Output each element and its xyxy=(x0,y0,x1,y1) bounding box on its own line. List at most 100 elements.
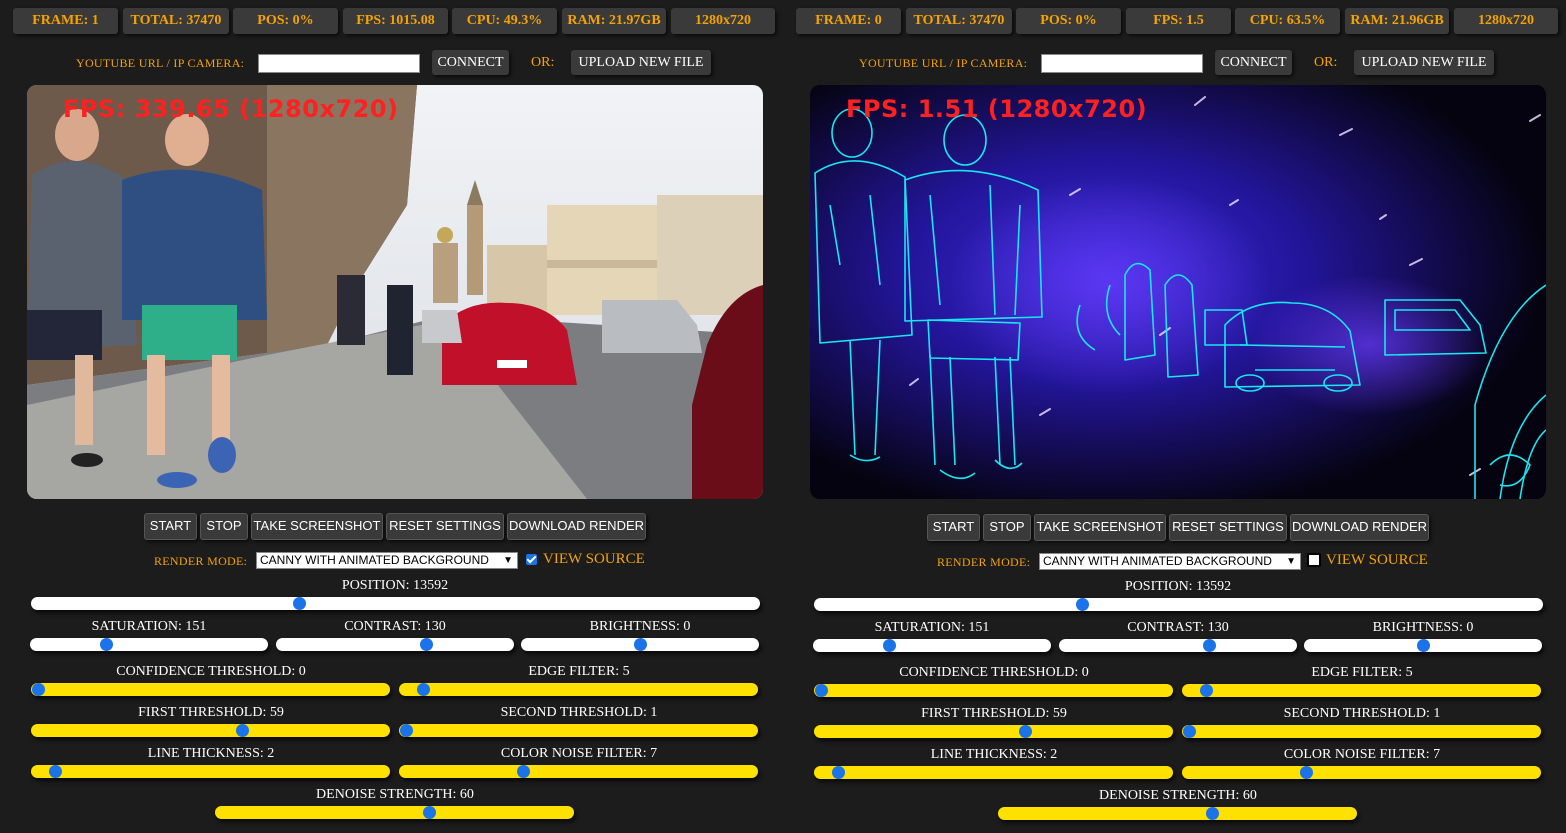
saturation-label: SATURATION: 151 xyxy=(91,619,207,634)
edge-filter-thumb[interactable] xyxy=(1200,684,1214,697)
view-source-label: VIEW SOURCE xyxy=(1326,552,1428,568)
start-button[interactable]: START xyxy=(927,514,980,541)
render-mode-select[interactable]: CANNY WITH ANIMATED BACKGROUND ▼ xyxy=(1039,553,1301,570)
denoise-thumb[interactable] xyxy=(1206,807,1219,820)
brightness-thumb[interactable] xyxy=(1417,639,1430,652)
first-threshold-label: FIRST THRESHOLD: 59 xyxy=(138,705,284,720)
view-source-checkbox[interactable] xyxy=(1307,553,1321,567)
url-input[interactable] xyxy=(258,54,420,73)
brightness-thumb[interactable] xyxy=(634,638,647,651)
contrast-thumb[interactable] xyxy=(1203,639,1217,652)
brightness-slider[interactable] xyxy=(1304,639,1542,652)
url-label: YOUTUBE URL / IP CAMERA: xyxy=(76,56,245,70)
color-noise-thumb[interactable] xyxy=(1300,766,1314,779)
connect-button[interactable]: CONNECT xyxy=(432,50,509,75)
street-video-frame xyxy=(27,85,763,499)
contrast-thumb[interactable] xyxy=(420,638,434,651)
panel-render: FRAME: 0 TOTAL: 37470 POS: 0% FPS: 1.5 C… xyxy=(783,0,1565,833)
stat-resolution: 1280x720 xyxy=(1454,8,1558,34)
line-thickness-thumb[interactable] xyxy=(832,766,846,779)
color-noise-thumb[interactable] xyxy=(517,765,531,778)
denoise-slider[interactable] xyxy=(998,807,1357,820)
video-source[interactable]: FPS: 339.65 (1280x720) xyxy=(27,85,763,499)
stop-button[interactable]: STOP xyxy=(983,514,1031,541)
stat-cpu: CPU: 49.3% xyxy=(452,8,557,34)
confidence-slider[interactable] xyxy=(31,683,390,696)
first-threshold-thumb[interactable] xyxy=(1018,725,1032,738)
or-label: OR: xyxy=(1314,55,1338,70)
brightness-label: BRIGHTNESS: 0 xyxy=(1372,620,1474,635)
first-threshold-thumb[interactable] xyxy=(235,724,249,737)
or-label: OR: xyxy=(531,55,555,70)
stat-resolution: 1280x720 xyxy=(671,8,775,34)
stat-total: TOTAL: 37470 xyxy=(906,8,1012,34)
video-render[interactable]: FPS: 1.51 (1280x720) xyxy=(810,85,1546,499)
panel-source: FRAME: 1 TOTAL: 37470 POS: 0% FPS: 1015.… xyxy=(0,0,782,833)
fps-overlay: FPS: 1.51 (1280x720) xyxy=(846,95,1148,123)
second-threshold-thumb[interactable] xyxy=(1183,725,1196,738)
download-render-button[interactable]: DOWNLOAD RENDER xyxy=(507,513,646,540)
canny-render-frame xyxy=(810,85,1546,499)
confidence-slider[interactable] xyxy=(814,684,1173,697)
line-thickness-label: LINE THICKNESS: 2 xyxy=(147,746,275,761)
brightness-slider[interactable] xyxy=(521,638,759,651)
first-threshold-slider[interactable] xyxy=(814,725,1173,738)
reset-settings-button[interactable]: RESET SETTINGS xyxy=(1169,514,1287,541)
second-threshold-slider[interactable] xyxy=(1182,725,1541,738)
saturation-thumb[interactable] xyxy=(100,638,114,651)
fps-overlay: FPS: 339.65 (1280x720) xyxy=(63,95,399,123)
edge-filter-thumb[interactable] xyxy=(417,683,431,696)
render-mode-select[interactable]: CANNY WITH ANIMATED BACKGROUND ▼ xyxy=(256,552,518,569)
color-noise-label: COLOR NOISE FILTER: 7 xyxy=(500,746,658,761)
position-thumb[interactable] xyxy=(1075,598,1089,611)
confidence-label: CONFIDENCE THRESHOLD: 0 xyxy=(899,665,1089,680)
saturation-slider[interactable] xyxy=(813,639,1051,652)
denoise-thumb[interactable] xyxy=(423,806,436,819)
line-thickness-label: LINE THICKNESS: 2 xyxy=(930,747,1058,762)
color-noise-slider[interactable] xyxy=(1182,766,1541,779)
line-thickness-slider[interactable] xyxy=(814,766,1173,779)
render-mode-label: RENDER MODE: xyxy=(154,554,248,568)
take-screenshot-button[interactable]: TAKE SCREENSHOT xyxy=(251,513,383,540)
line-thickness-slider[interactable] xyxy=(31,765,390,778)
second-threshold-thumb[interactable] xyxy=(400,724,413,737)
line-thickness-thumb[interactable] xyxy=(49,765,63,778)
contrast-slider[interactable] xyxy=(276,638,514,651)
denoise-label: DENOISE STRENGTH: 60 xyxy=(316,787,474,802)
connect-button[interactable]: CONNECT xyxy=(1215,50,1292,75)
upload-button[interactable]: UPLOAD NEW FILE xyxy=(571,50,711,75)
stat-ram: RAM: 21.96GB xyxy=(1345,8,1449,34)
edge-filter-label: EDGE FILTER: 5 xyxy=(1311,665,1413,680)
start-button[interactable]: START xyxy=(144,513,197,540)
position-label: POSITION: 13592 xyxy=(1124,579,1232,594)
view-source-checkbox[interactable] xyxy=(526,554,537,565)
edge-filter-slider[interactable] xyxy=(399,683,758,696)
position-slider[interactable] xyxy=(814,598,1543,611)
download-render-button[interactable]: DOWNLOAD RENDER xyxy=(1290,514,1429,541)
saturation-thumb[interactable] xyxy=(883,639,897,652)
second-threshold-label: SECOND THRESHOLD: 1 xyxy=(1283,706,1441,721)
saturation-slider[interactable] xyxy=(30,638,268,651)
first-threshold-slider[interactable] xyxy=(31,724,390,737)
position-label: POSITION: 13592 xyxy=(341,578,449,593)
confidence-thumb[interactable] xyxy=(32,683,45,696)
confidence-label: CONFIDENCE THRESHOLD: 0 xyxy=(116,664,306,679)
confidence-thumb[interactable] xyxy=(815,684,828,697)
reset-settings-button[interactable]: RESET SETTINGS xyxy=(386,513,504,540)
view-source-label: VIEW SOURCE xyxy=(543,551,645,567)
second-threshold-slider[interactable] xyxy=(399,724,758,737)
position-thumb[interactable] xyxy=(292,597,306,610)
upload-button[interactable]: UPLOAD NEW FILE xyxy=(1354,50,1494,75)
stat-frame: FRAME: 1 xyxy=(13,8,118,34)
contrast-slider[interactable] xyxy=(1059,639,1297,652)
take-screenshot-button[interactable]: TAKE SCREENSHOT xyxy=(1034,514,1166,541)
denoise-slider[interactable] xyxy=(215,806,574,819)
render-mode-row: RENDER MODE: CANNY WITH ANIMATED BACKGRO… xyxy=(783,552,1565,572)
color-noise-slider[interactable] xyxy=(399,765,758,778)
saturation-label: SATURATION: 151 xyxy=(874,620,990,635)
render-mode-label: RENDER MODE: xyxy=(937,555,1031,569)
stop-button[interactable]: STOP xyxy=(200,513,248,540)
position-slider[interactable] xyxy=(31,597,760,610)
url-input[interactable] xyxy=(1041,54,1203,73)
edge-filter-slider[interactable] xyxy=(1182,684,1541,697)
